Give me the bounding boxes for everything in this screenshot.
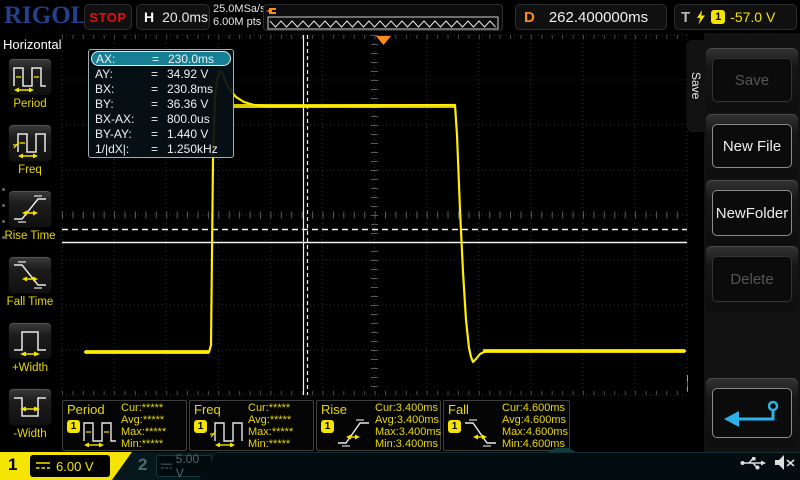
back-button[interactable] [712,388,792,438]
menu-item-rise-time[interactable] [8,190,52,228]
save-menu-tab-label: Save [689,72,703,99]
trigger-position-marker[interactable] [376,36,391,45]
channel-badge: 1 [448,420,461,433]
freq-icon [12,128,48,158]
measure-menu-title: Horizontal [3,37,62,52]
usb-icon [740,456,766,470]
delay-label: D [524,9,535,26]
memory-depth: 6.00M pts [213,16,266,29]
period-icon [12,62,48,92]
menu-item-freq[interactable] [8,124,52,162]
overview-left-arrow-icon [266,8,276,14]
rise-time-icon [12,194,48,224]
status-icons [740,454,796,471]
timebase-label: H [144,9,154,25]
channel1-scale: 6.00 V [56,459,94,474]
run-state-label: STOP [89,10,126,25]
cursor-readout-panel: AX: = 230.0ms AY: = 34.92 V BX: = 230.8m… [88,49,234,158]
rise-time-icon [336,417,372,447]
measure-menu: Horizontal Period Freq [0,33,60,452]
dc-coupling-icon [36,461,50,471]
menu-scroll-dot [2,236,5,239]
menu-item-period[interactable] [8,58,52,96]
timebase-indicator[interactable]: H 20.0ms [136,4,210,30]
menu-label-fall-time[interactable]: Fall Time [0,296,60,308]
menu-item-neg-width[interactable] [8,388,52,426]
sample-rate: 25.0MSa/s [213,3,266,16]
delete-button[interactable]: Delete [712,256,792,302]
measurement-name: Rise [321,402,347,417]
rising-edge-slope-icon [695,10,706,25]
menu-item-fall-time[interactable] [8,256,52,294]
menu-label-period[interactable]: Period [0,98,60,110]
trigger-label: T [681,9,690,26]
pos-width-icon [12,326,48,356]
menu-label-pos-width[interactable]: +Width [0,362,60,374]
cursor-row-ay: AY: = 34.92 V [91,66,231,81]
new-folder-button[interactable]: NewFolder [712,190,792,236]
cursor-row-by-ay: BY-AY: = 1.440 V [91,126,231,141]
channel1-scale-box: 6.00 V [30,455,110,477]
menu-scroll-dot [2,204,5,207]
measurement-name: Fall [448,402,469,417]
save-menu-tab: Save [687,40,705,132]
menu-scroll-dot [2,220,5,223]
fall-time-icon [463,417,499,447]
trigger-source-badge: 1 [711,10,725,24]
channel1-tab[interactable]: 1 6.00 V [0,452,132,480]
channel2-number: 2 [138,455,147,475]
overview-signal [270,21,496,27]
measurement-name: Period [67,402,105,417]
neg-width-icon [12,392,48,422]
channel-badge: 1 [67,420,80,433]
acquisition-info: 25.0MSa/s 6.00M pts [213,3,266,29]
cursor-row-ax: AX: = 230.0ms [91,51,231,66]
cursor-row-bx-ax: BX-AX: = 800.0us [91,111,231,126]
measurement-period[interactable]: Period 1 Cur:***** Avg:***** Max:***** M… [62,400,187,451]
new-file-button[interactable]: New File [712,124,792,168]
trigger-level-value: -57.0 V [730,9,775,25]
timebase-value: 20.0ms [162,9,208,25]
period-icon [82,417,118,447]
measurement-fall[interactable]: Fall 1 Cur:4.600ms Avg:4.600ms Max:4.600… [443,400,570,451]
channel1-number: 1 [8,455,17,475]
menu-item-pos-width[interactable] [8,322,52,360]
menu-label-neg-width[interactable]: -Width [0,428,60,440]
dc-coupling-icon [161,462,172,471]
freq-icon [209,417,245,447]
svg-text:T: T [686,381,688,387]
channel-badge: 1 [321,420,334,433]
overview-window-frame [268,17,498,29]
speaker-muted-icon [774,454,796,471]
run-state-indicator[interactable]: STOP [84,4,132,30]
menu-label-rise-time[interactable]: Rise Time [0,230,60,242]
save-button[interactable]: Save [712,58,792,102]
delay-value: 262.400000ms [549,9,648,26]
channel-badge: 1 [194,420,207,433]
return-arrow-icon [721,398,783,428]
horizontal-delay-indicator[interactable]: D 262.400000ms [515,4,667,30]
top-status-bar: RIGOL STOP H 20.0ms 25.0MSa/s 6.00M pts … [0,0,800,33]
overview-waveform [264,5,502,30]
trigger-level-marker[interactable]: T [686,375,688,397]
menu-scroll-dot [2,188,5,191]
menu-label-freq[interactable]: Freq [0,164,60,176]
measurement-rise[interactable]: Rise 1 Cur:3.400ms Avg:3.400ms Max:3.400… [316,400,441,451]
oscilloscope-screen: RIGOL STOP H 20.0ms 25.0MSa/s 6.00M pts … [0,0,800,480]
rigol-logo: RIGOL [4,2,87,30]
fall-time-icon [12,260,48,290]
cursor-row-inv-dx: 1/|dX|: = 1.250kHz [91,141,231,156]
trigger-indicator[interactable]: T 1 -57.0 V [674,4,797,30]
cursor-row-bx: BX: = 230.8ms [91,81,231,96]
cursor-row-by: BY: = 36.36 V [91,96,231,111]
measurement-name: Freq [194,402,221,417]
measurement-freq[interactable]: Freq 1 Cur:***** Avg:***** Max:***** Min… [189,400,314,451]
waveform-overview-strip[interactable] [263,4,503,31]
